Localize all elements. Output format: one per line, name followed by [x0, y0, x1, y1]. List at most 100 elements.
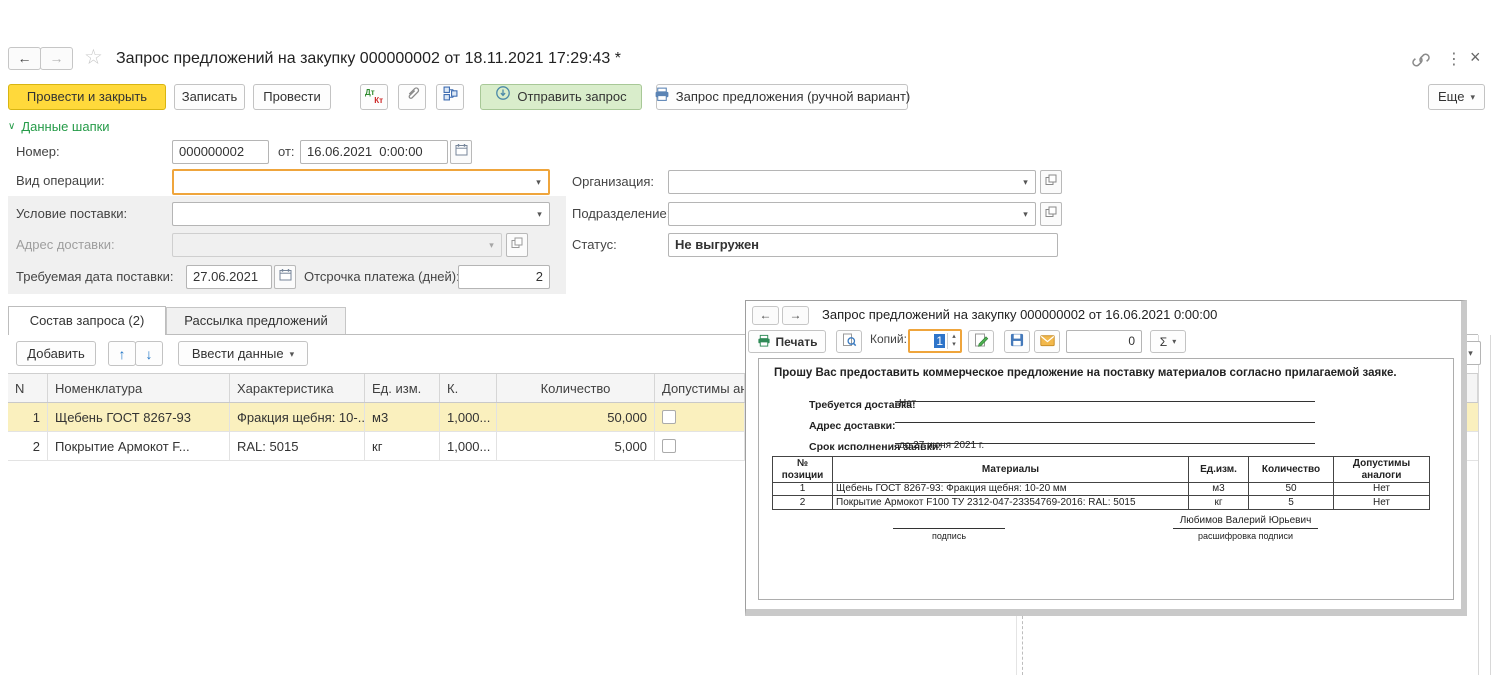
- required-date-field[interactable]: 27.06.2021: [186, 265, 272, 289]
- back-icon: ←: [18, 50, 32, 66]
- doc-delivery-required-value: Нет: [895, 387, 1315, 402]
- chevron-down-icon: ▾: [485, 234, 498, 256]
- chevron-down-icon: ▾: [1019, 171, 1032, 193]
- copies-value: 1: [934, 334, 945, 348]
- cell-k[interactable]: 1,000...: [440, 403, 497, 431]
- tab-request-content[interactable]: Состав запроса (2): [8, 306, 166, 335]
- window-scrollbar-border[interactable]: [1490, 335, 1491, 675]
- cell-nomenclature[interactable]: Щебень ГОСТ 8267-93: [48, 403, 230, 431]
- dtkt-icon: Дт Кт: [365, 88, 383, 106]
- doc-address-label: Адрес доставки:: [809, 420, 896, 432]
- delivery-condition-label: Условие поставки:: [16, 202, 127, 226]
- cell-unit[interactable]: м3: [365, 403, 440, 431]
- cell-unit[interactable]: кг: [365, 432, 440, 460]
- operation-combo[interactable]: Закупка ▾: [172, 169, 550, 195]
- forward-button[interactable]: →: [40, 47, 73, 70]
- chevron-down-icon: ▾: [1172, 337, 1176, 346]
- document-intro: Прошу Вас предоставить коммерческое пред…: [774, 367, 1397, 379]
- cell-n[interactable]: 2: [8, 432, 48, 460]
- forward-button[interactable]: →: [782, 306, 809, 325]
- col-unit[interactable]: Ед. изм.: [365, 374, 440, 402]
- structure-button[interactable]: [436, 84, 464, 110]
- delivery-condition-combo[interactable]: Самовывоз ▾: [172, 202, 550, 226]
- delivery-address-combo[interactable]: ▾: [172, 233, 502, 257]
- enter-data-button[interactable]: Ввести данные▾: [178, 341, 308, 366]
- cell-quantity[interactable]: 5,000: [497, 432, 655, 460]
- organization-open-button[interactable]: [1040, 170, 1062, 194]
- analogs-checkbox[interactable]: [662, 410, 676, 424]
- tab-proposal-mailing[interactable]: Рассылка предложений: [166, 307, 346, 334]
- edit-button[interactable]: [968, 330, 994, 353]
- date-label: от:: [278, 140, 295, 164]
- col-quantity[interactable]: Количество: [497, 374, 655, 402]
- number-label: Номер:: [16, 140, 60, 164]
- down-arrow-icon: ↓: [146, 342, 153, 366]
- collapse-chevron-icon: ∨: [8, 121, 15, 132]
- col-characteristic[interactable]: Характеристика: [230, 374, 365, 402]
- chevron-down-icon: ▾: [533, 203, 546, 225]
- print-document-sheet: Прошу Вас предоставить коммерческое пред…: [758, 358, 1454, 600]
- move-up-button[interactable]: ↑: [108, 341, 136, 366]
- close-icon[interactable]: ×: [1470, 47, 1481, 68]
- post-and-close-button[interactable]: Провести и закрыть: [8, 84, 166, 110]
- cell-quantity[interactable]: 50,000: [497, 403, 655, 431]
- col-analogs[interactable]: Допустимы ан: [655, 374, 745, 402]
- page-number-field[interactable]: 0: [1066, 330, 1142, 353]
- cell-k[interactable]: 1,000...: [440, 432, 497, 460]
- print-button[interactable]: Печать: [748, 330, 826, 353]
- back-button[interactable]: ←: [752, 306, 779, 325]
- cell-characteristic[interactable]: RAL: 5015: [230, 432, 365, 460]
- doc-table-row: 2 Покрытие Армокот F100 ТУ 2312-047-2335…: [773, 496, 1429, 509]
- date-calendar-button[interactable]: [450, 140, 472, 164]
- payment-delay-field[interactable]: 2: [458, 265, 550, 289]
- cell-nomenclature[interactable]: Покрытие Армокот F...: [48, 432, 230, 460]
- send-request-button[interactable]: Отправить запрос: [480, 84, 642, 110]
- page-title: Запрос предложений на закупку 000000002 …: [116, 47, 621, 71]
- col-n[interactable]: N: [8, 374, 48, 402]
- save-button[interactable]: [1004, 330, 1030, 353]
- cell-n[interactable]: 1: [8, 403, 48, 431]
- menu-dots-icon[interactable]: ⋮: [1446, 49, 1462, 69]
- chevron-down-icon: ▾: [290, 342, 295, 366]
- header-section-toggle[interactable]: ∨ Данные шапки: [8, 119, 110, 134]
- open-icon: [1045, 205, 1057, 223]
- col-nomenclature[interactable]: Номенклатура: [48, 374, 230, 402]
- back-button[interactable]: ←: [8, 47, 41, 70]
- link-icon[interactable]: [1412, 51, 1430, 74]
- required-date-calendar-button[interactable]: [274, 265, 296, 289]
- delivery-address-open-button[interactable]: [506, 233, 528, 257]
- doc-deadline-value: до 27 июня 2021 г.: [895, 429, 1315, 444]
- dtkt-register-button[interactable]: Дт Кт: [360, 84, 388, 110]
- write-button[interactable]: Записать: [174, 84, 245, 110]
- organization-combo[interactable]: КомплектСтрой ООО ▾: [668, 170, 1036, 194]
- number-field[interactable]: 000000002: [172, 140, 269, 164]
- sum-button[interactable]: Σ▾: [1150, 330, 1186, 353]
- send-icon: [495, 85, 511, 109]
- status-field: Не выгружен: [668, 233, 1058, 257]
- manual-request-button[interactable]: Запрос предложения (ручной вариант): [656, 84, 908, 110]
- up-arrow-icon: ↑: [119, 342, 126, 366]
- post-button[interactable]: Провести: [253, 84, 331, 110]
- add-row-button[interactable]: Добавить: [16, 341, 96, 366]
- preview-icon: [842, 333, 857, 351]
- signature-name-caption: расшифровка подписи: [1173, 531, 1318, 541]
- department-open-button[interactable]: [1040, 202, 1062, 226]
- more-button[interactable]: Еще▾: [1428, 84, 1485, 110]
- analogs-checkbox[interactable]: [662, 439, 676, 453]
- department-combo[interactable]: ▾: [668, 202, 1036, 226]
- preview-button[interactable]: [836, 330, 862, 353]
- email-button[interactable]: [1034, 330, 1060, 353]
- col-k[interactable]: К.: [440, 374, 497, 402]
- operation-label: Вид операции:: [16, 169, 105, 193]
- move-down-button[interactable]: ↓: [135, 341, 163, 366]
- forward-icon: →: [50, 50, 64, 66]
- cell-characteristic[interactable]: Фракция щебня: 10-...: [230, 403, 365, 431]
- attachments-button[interactable]: [398, 84, 426, 110]
- date-field[interactable]: 16.06.2021 0:00:00: [300, 140, 448, 164]
- doc-address-value: [895, 408, 1315, 423]
- page-edge-line: [1016, 616, 1017, 675]
- copies-spinner[interactable]: 1 ▴ ▾: [908, 329, 962, 353]
- calendar-icon: [279, 268, 292, 286]
- spinner-buttons[interactable]: ▴ ▾: [947, 333, 960, 349]
- favorite-star-icon[interactable]: ☆: [84, 45, 103, 70]
